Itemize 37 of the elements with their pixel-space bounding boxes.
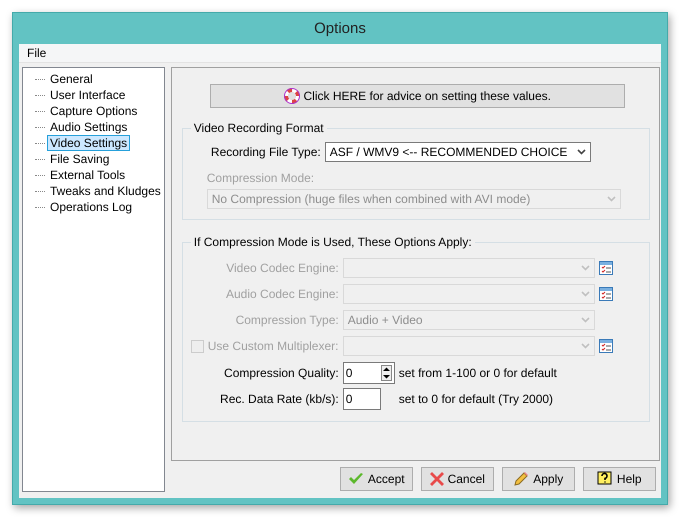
field-label: Compression Mode: [206,171,314,185]
tree-item[interactable]: Tweaks and Kludges [47,183,164,199]
tree-item[interactable]: Capture Options [47,103,140,119]
tree-item[interactable]: File Saving [47,151,112,167]
hint-text: set to 0 for default (Try 2000) [398,392,554,406]
advice-button[interactable]: Click HERE for advice on setting these values. [210,84,625,108]
field-label: Rec. Data Rate (kb/s): [219,392,339,406]
apply-button[interactable]: Apply [502,467,575,491]
field-label: Compression Type: [234,313,339,327]
tree-item[interactable]: External Tools [47,167,128,183]
tree-item[interactable]: User Interface [47,87,128,103]
window-title: Options [314,20,366,37]
cancel-button[interactable]: Cancel [420,467,494,491]
close-icon [430,472,444,486]
hint-text: set from 1-100 or 0 for default [398,366,558,380]
help-button[interactable]: Help [582,467,656,491]
field-label: Audio Codec Engine: [225,287,339,301]
group-title: If Compression Mode is Used, These Options Apply: [190,235,475,249]
field-label: Compression Quality: [223,366,339,380]
accept-button[interactable]: Accept [340,467,413,491]
lifebuoy-icon [284,88,300,104]
check-icon [348,472,364,486]
tree-item[interactable]: Operations Log [47,199,136,215]
field-label: Recording File Type: [210,145,321,159]
group-title: Video Recording Format [190,121,327,135]
pencil-icon [513,471,530,487]
tree-item[interactable]: General [47,71,96,87]
dropdown[interactable]: ASF / WMV9 <-- RECOMMENDED CHOICE [324,142,591,162]
checkbox-label: Use Custom Multiplexer: [208,339,338,353]
spin-field[interactable]: 0 [342,362,395,384]
menu-item[interactable]: File [27,46,46,60]
tree-item[interactable]: Audio Settings [47,119,130,135]
help-icon [596,471,613,487]
field-label: Video Codec Engine: [225,261,339,275]
spin-arrows-icon[interactable] [380,365,392,381]
tree-item[interactable]: Video Settings [47,135,130,151]
input-field[interactable]: 0 [342,388,381,410]
